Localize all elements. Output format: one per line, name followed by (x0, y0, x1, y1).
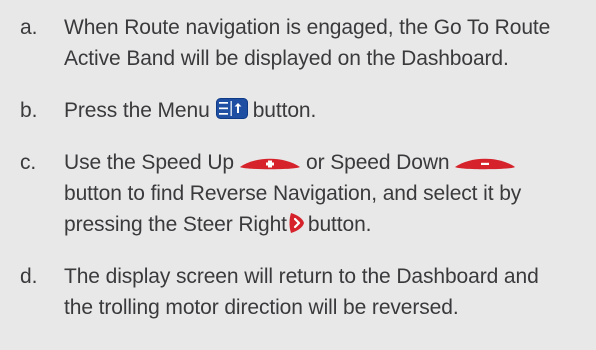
step-d-line-1: The display screen will return to the Da… (64, 265, 539, 288)
steer-right-button-icon (288, 212, 305, 234)
step-d-line-2: the trolling motor direction will be rev… (64, 296, 459, 319)
step-b-text-after-icon: button. (252, 99, 317, 122)
speed-down-button-icon (453, 155, 517, 171)
step-c-line-2: button to find Reverse Navigation, and s… (64, 182, 522, 205)
step-c-text-before-steer-right: pressing the Steer Right (64, 213, 287, 236)
step-b-text-before-icon: Press the Menu (64, 99, 210, 122)
step-b-line-1: Press the Menu button. (64, 95, 578, 126)
step-c-line-3: pressing the Steer Right button. (64, 209, 578, 240)
instruction-steps-list: a. When Route navigation is engaged, the… (20, 12, 578, 323)
step-a-line-1: When Route navigation is engaged, the Go… (64, 16, 551, 39)
instruction-step-d: d. The display screen will return to the… (20, 261, 578, 323)
step-d-marker: d. (20, 265, 38, 288)
instruction-panel: a. When Route navigation is engaged, the… (0, 0, 596, 350)
menu-button-icon (215, 98, 248, 119)
step-c-text-between-speed-icons: or Speed Down (306, 151, 450, 174)
step-a-marker: a. (20, 16, 38, 39)
instruction-step-b: b. Press the Menu button. (20, 95, 578, 126)
step-c-text-after-steer-right: button. (307, 213, 372, 236)
instruction-step-a: a. When Route navigation is engaged, the… (20, 12, 578, 74)
instruction-step-c: c. Use the Speed Up or Speed Down button… (20, 147, 578, 240)
step-c-text-before-speed-up: Use the Speed Up (64, 151, 235, 174)
step-c-line-1: Use the Speed Up or Speed Down (64, 147, 578, 178)
step-c-marker: c. (20, 151, 37, 174)
step-a-line-2: Active Band will be displayed on the Das… (64, 47, 509, 70)
step-b-marker: b. (20, 99, 38, 122)
speed-up-button-icon (238, 155, 302, 171)
